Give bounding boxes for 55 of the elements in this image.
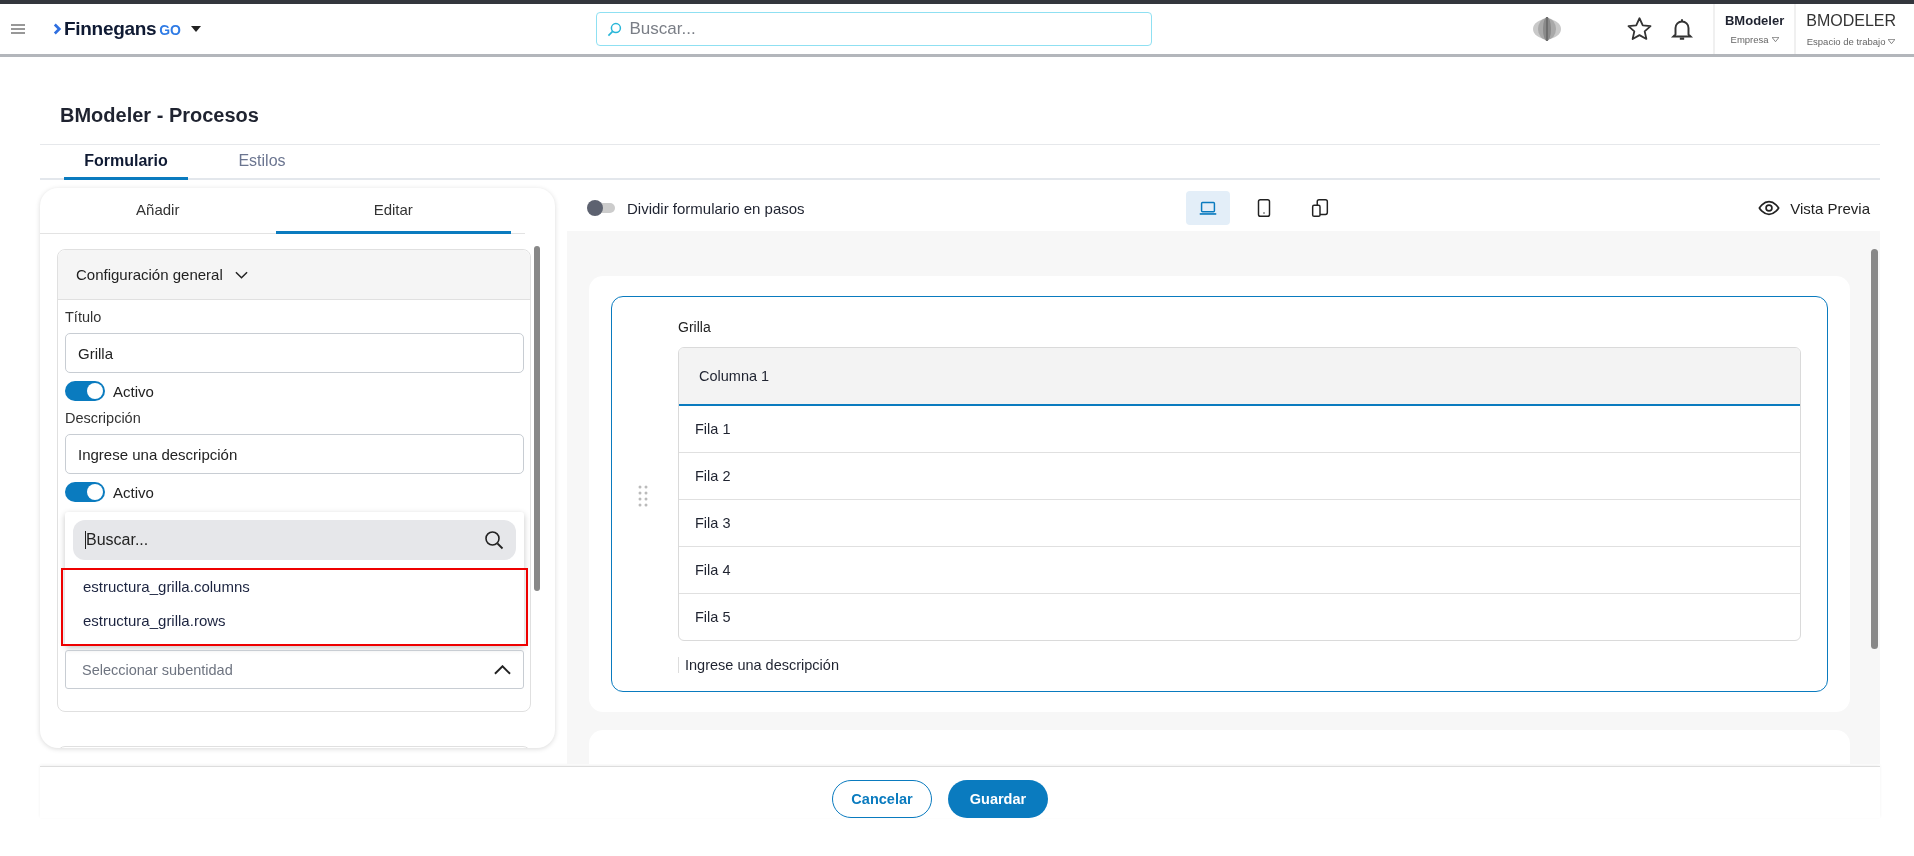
company-name: BModeler xyxy=(1724,13,1785,28)
table-cell: Fila 5 xyxy=(679,593,1800,640)
sphere-logo-icon[interactable] xyxy=(1531,17,1562,41)
accordion-header[interactable]: Configuración general xyxy=(58,250,530,300)
tab[interactable]: Añadir xyxy=(40,188,276,234)
search-icon xyxy=(606,21,622,37)
workspace-name: BMODELER xyxy=(1806,11,1896,30)
select-placeholder: Seleccionar subentidad xyxy=(82,661,233,678)
search-icon xyxy=(484,530,504,550)
toggle-switch[interactable] xyxy=(65,381,105,401)
caret-down-icon xyxy=(1771,37,1779,42)
toggle-label: Activo xyxy=(113,483,154,501)
grid-title: Grilla xyxy=(678,319,712,335)
dropdown-option[interactable]: estructura_grilla.rows xyxy=(83,606,526,640)
field-label: Descripción xyxy=(65,410,142,426)
brand-logo[interactable]: Finnegans GO xyxy=(64,18,181,40)
search-field[interactable]: Buscar... xyxy=(595,12,1152,46)
input-field[interactable]: Ingrese una descripción xyxy=(65,434,524,474)
tab[interactable]: Formulario xyxy=(64,145,188,180)
laptop-view-button[interactable] xyxy=(1185,191,1230,225)
toggle-label: Dividir formulario en pasos xyxy=(627,199,805,217)
tab[interactable]: Estilos xyxy=(200,145,324,180)
drag-handle-icon[interactable] xyxy=(638,485,648,507)
star-icon[interactable] xyxy=(1625,15,1653,43)
field-label: Título xyxy=(65,309,103,325)
grid-component[interactable]: Grilla Columna 1 Fila 1 Fila 2 Fila 3 Fila 4 Fila 5 Ingrese una descripción xyxy=(611,296,1828,692)
select-field[interactable]: Seleccionar subentidad xyxy=(65,650,524,689)
bell-icon[interactable] xyxy=(1668,16,1695,42)
company-label: Empresa xyxy=(1730,34,1779,45)
search-placeholder: Buscar... xyxy=(85,531,149,549)
column-header: Columna 1 xyxy=(679,348,1800,406)
workspace-label: Espacio de trabajo xyxy=(1806,35,1896,47)
workspace-selector[interactable]: BMODELER Espacio de trabajo xyxy=(1794,4,1914,54)
caret-down-icon[interactable] xyxy=(190,26,201,32)
toggle-switch[interactable] xyxy=(65,482,105,502)
chevron-logo-icon xyxy=(53,22,62,36)
company-selector[interactable]: BModeler Empresa xyxy=(1712,4,1795,54)
input-field[interactable]: Grilla xyxy=(65,333,524,373)
table-cell-text: Fila 1 xyxy=(694,420,732,439)
save-button[interactable]: Guardar xyxy=(948,780,1048,818)
menu-icon[interactable] xyxy=(11,24,25,34)
grid-description: Ingrese una descripción xyxy=(678,657,1801,673)
toggle-switch[interactable] xyxy=(589,203,615,213)
page-title: BModeler - Procesos xyxy=(60,104,260,128)
chevron-icon xyxy=(234,270,248,279)
preview-button[interactable]: Vista Previa xyxy=(1758,197,1870,219)
toggle-label: Activo xyxy=(113,382,154,400)
search-placeholder: Buscar... xyxy=(629,19,696,39)
caret-down-icon xyxy=(1888,38,1896,44)
search-field[interactable]: Buscar... xyxy=(73,520,516,560)
tab[interactable]: Editar xyxy=(275,188,511,234)
table-cell: Fila 4 xyxy=(679,546,1800,593)
dropdown-option[interactable]: estructura_grilla.columns xyxy=(83,572,526,606)
table-cell: Fila 2 xyxy=(679,452,1800,499)
table-cell: Fila 3 xyxy=(679,499,1800,546)
